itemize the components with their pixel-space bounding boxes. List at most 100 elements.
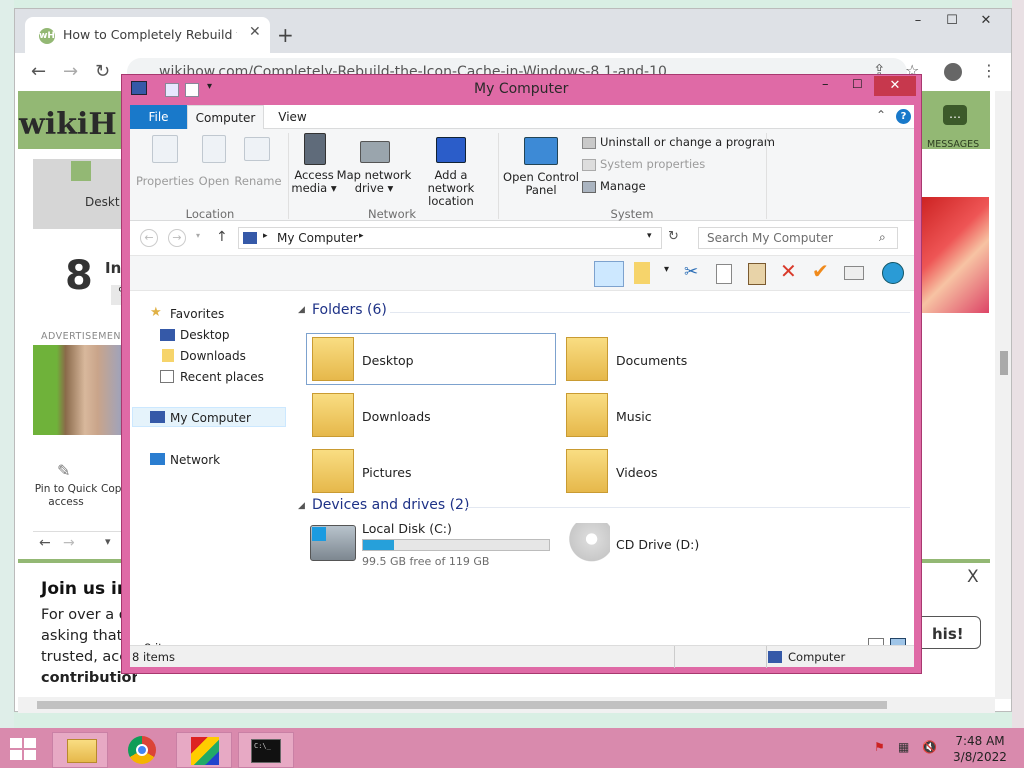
action-center-flag-icon[interactable]: ⚑ (874, 740, 885, 754)
page-hscroll-thumb[interactable] (37, 701, 887, 709)
nav-downloads[interactable]: Downloads (180, 349, 246, 363)
documents-folder-icon[interactable] (566, 337, 608, 381)
recent-locations-icon[interactable]: ▾ (196, 231, 200, 240)
breadcrumb-my-computer[interactable]: My Computer (277, 231, 358, 245)
explorer-maximize-button[interactable]: ☐ (852, 77, 863, 91)
folder-videos[interactable]: Videos (616, 465, 658, 480)
help-icon[interactable]: ? (896, 109, 911, 124)
new-folder-qat-icon[interactable] (185, 83, 199, 97)
computer-icon[interactable] (131, 81, 147, 95)
folder-icon[interactable] (634, 262, 650, 284)
start-button[interactable] (10, 738, 38, 760)
search-icon[interactable]: ⌕ (879, 230, 886, 245)
breadcrumb-chevron-icon[interactable]: ▸ (263, 231, 268, 241)
explorer-minimize-button[interactable]: – (822, 77, 829, 92)
preview-pane-icon[interactable] (594, 261, 624, 287)
group-collapse-icon[interactable]: ◢ (298, 501, 305, 511)
address-path-field[interactable]: ▸ My Computer ▸ ▾ (238, 227, 662, 249)
cd-drive-icon[interactable] (564, 523, 610, 563)
messages-icon[interactable]: … (943, 105, 967, 125)
address-dropdown-icon[interactable]: ▾ (647, 231, 652, 241)
nav-my-computer[interactable]: My Computer (170, 411, 251, 425)
back-arrow-icon[interactable]: ← (31, 61, 46, 82)
access-media-button[interactable]: Access media ▾ (290, 169, 338, 195)
rename-button[interactable]: Rename (234, 175, 282, 188)
taskbar-chrome[interactable] (114, 732, 170, 768)
tab-view[interactable]: View (270, 105, 315, 129)
uninstall-program-button[interactable]: Uninstall or change a program (600, 135, 775, 149)
forward-button[interactable]: → (168, 229, 186, 247)
folder-pictures[interactable]: Pictures (362, 465, 412, 480)
folders-group-header[interactable]: Folders (6) (312, 302, 387, 318)
cd-drive-name[interactable]: CD Drive (D:) (616, 537, 699, 552)
copy-icon[interactable] (716, 264, 732, 284)
devices-group-header[interactable]: Devices and drives (2) (312, 497, 469, 513)
taskbar-clock[interactable]: 7:48 AM 3/8/2022 (950, 733, 1010, 765)
rename-icon[interactable] (844, 266, 864, 280)
explorer-close-button[interactable]: ✕ (874, 76, 916, 96)
page-scroll-thumb[interactable] (1000, 351, 1008, 375)
search-field[interactable]: Search My Computer ⌕ (698, 227, 898, 249)
browser-maximize-button[interactable]: ☐ (937, 13, 967, 33)
manage-button[interactable]: Manage (600, 179, 646, 193)
messages-label[interactable]: MESSAGES (927, 139, 979, 150)
browser-close-button[interactable]: ✕ (971, 13, 1001, 33)
downloads-folder-icon[interactable] (312, 393, 354, 437)
globe-icon[interactable] (882, 262, 904, 284)
tab-close-icon[interactable]: ✕ (249, 24, 261, 40)
folder-downloads[interactable]: Downloads (362, 409, 431, 424)
up-button[interactable]: ↑ (216, 229, 228, 245)
forward-arrow-icon[interactable]: → (63, 61, 78, 82)
open-control-panel-button[interactable]: Open Control Panel (502, 171, 580, 197)
nav-recent-places[interactable]: Recent places (180, 370, 264, 384)
nav-desktop[interactable]: Desktop (180, 328, 230, 342)
pictures-folder-icon[interactable] (312, 449, 354, 493)
checkmark-icon[interactable]: ✔ (812, 259, 829, 283)
new-tab-button[interactable]: + (277, 23, 294, 47)
breadcrumb-chevron-icon[interactable]: ▸ (359, 231, 364, 241)
paste-icon[interactable] (748, 263, 766, 285)
taskbar-file-explorer[interactable] (52, 732, 108, 768)
group-collapse-icon[interactable]: ◢ (298, 305, 305, 315)
properties-qat-icon[interactable] (165, 83, 179, 97)
support-cta-button[interactable]: his! (913, 616, 981, 649)
folder-music[interactable]: Music (616, 409, 652, 424)
browser-tab[interactable]: wH How to Completely Rebuild the I ✕ (25, 17, 270, 53)
videos-folder-icon[interactable] (566, 449, 608, 493)
ribbon-collapse-icon[interactable]: ⌃ (876, 108, 886, 122)
properties-button[interactable]: Properties (134, 175, 196, 188)
cut-icon[interactable]: ✂ (684, 262, 698, 282)
tab-file[interactable]: File (130, 105, 187, 129)
desktop-folder-icon[interactable] (312, 337, 354, 381)
dropdown-icon[interactable]: ▾ (664, 264, 669, 275)
profile-avatar-icon[interactable] (944, 63, 962, 81)
taskbar-command-prompt[interactable]: C:\_ (238, 732, 294, 768)
local-disk-name[interactable]: Local Disk (C:) (362, 521, 452, 536)
add-network-location-button[interactable]: Add a network location (410, 169, 492, 208)
nav-favorites[interactable]: Favorites (170, 307, 224, 321)
system-properties-button[interactable]: System properties (600, 157, 705, 171)
wikihow-logo[interactable]: wikiH (19, 107, 117, 142)
tab-computer[interactable]: Computer (187, 105, 264, 129)
banner-close-button[interactable]: X (967, 567, 979, 587)
nav-network[interactable]: Network (170, 453, 220, 467)
reload-icon[interactable]: ↻ (95, 61, 110, 82)
delete-icon[interactable]: ✕ (780, 259, 797, 283)
volume-muted-icon[interactable]: 🔇 (922, 740, 937, 754)
rename-icon (244, 137, 270, 161)
browser-menu-icon[interactable]: ⋮ (981, 61, 997, 80)
ribbon-tab-strip: File Computer View ⌃ ? (130, 105, 914, 129)
browser-minimize-button[interactable]: – (903, 13, 933, 33)
back-button[interactable]: ← (140, 229, 158, 247)
refresh-icon[interactable]: ↻ (668, 229, 679, 244)
control-panel-line2: Panel (525, 183, 557, 197)
music-folder-icon[interactable] (566, 393, 608, 437)
folder-documents[interactable]: Documents (616, 353, 687, 368)
page-vertical-scrollbar[interactable] (995, 91, 1011, 699)
map-network-drive-button[interactable]: Map network drive ▾ (334, 169, 414, 195)
qat-customize-icon[interactable]: ▾ (207, 81, 212, 92)
open-button[interactable]: Open (196, 175, 232, 188)
folder-desktop[interactable]: Desktop (362, 353, 414, 368)
taskbar-app[interactable] (176, 732, 232, 768)
network-tray-icon[interactable]: ▦ (898, 740, 909, 754)
